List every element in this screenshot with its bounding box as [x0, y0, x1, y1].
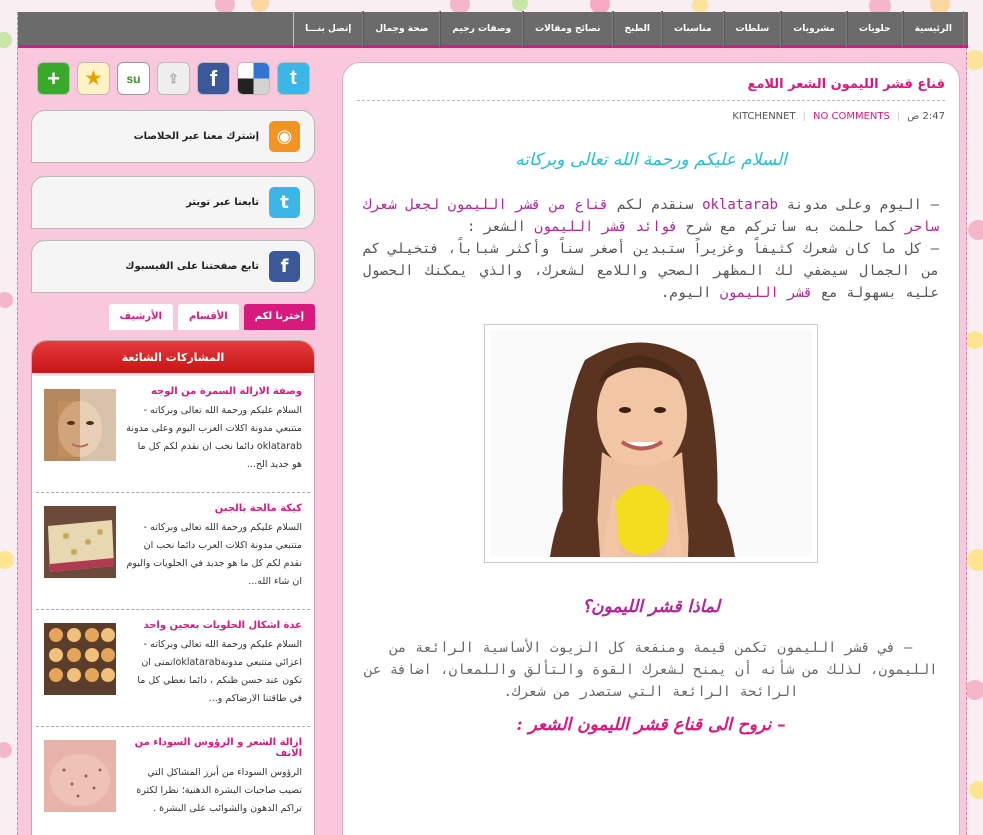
top-navigation: الرئيسية حلويات مشروبات سلطات مناسبات ال… [18, 10, 968, 48]
popular-posts-widget: المشاركات الشائعة وصفة الازالة السمرة من… [31, 340, 315, 835]
popular-post-thumbnail[interactable] [44, 506, 116, 578]
post-title[interactable]: قناع قشر الليمون الشعر اللامع [357, 77, 945, 101]
popular-post-excerpt: السلام عليكم ورحمة الله تعالى وبركاته - … [126, 405, 302, 470]
blog-link[interactable]: oklatarab [702, 197, 778, 213]
popular-post-title[interactable]: عدة اشكال الحلويات بعجين واحد [126, 620, 302, 631]
facebook-follow-box[interactable]: f تابع صفحتنا على الفيسبوك [31, 240, 315, 293]
post-greeting: السلام عليكم ورحمة الله تعالى وبركاته [515, 150, 787, 170]
intro-text: – اليوم وعلى مدونة [777, 197, 940, 213]
intro-text: – كل ما كان شعرك كثيفاً وغزيراً ستبدين أ… [363, 241, 939, 301]
lemon-benefits-link[interactable]: فوائد قشر الليمون [534, 219, 677, 235]
nav-sweets[interactable]: حلويات [846, 10, 903, 47]
facebook-label: تابع صفحتنا على الفيسبوك [125, 261, 259, 272]
social-share-bar: + ★ su ⇪ f t [37, 62, 327, 95]
delicious-icon[interactable] [237, 62, 270, 95]
post-meta: 2:47 ص | NO COMMENTS | KITCHENNET [357, 111, 945, 122]
twitter-icon[interactable]: t [277, 62, 310, 95]
tab-editors-picks[interactable]: إخترنا لكم [243, 304, 315, 330]
intro-text: سنقدم لكم [608, 197, 703, 213]
rss-icon: ◉ [269, 121, 300, 152]
twitter-label: تابعنا عبر تويتر [186, 197, 259, 208]
list-item: عدة اشكال الحلويات بعجين واحد السلام علي… [36, 610, 310, 727]
intro-text: الشعر : [466, 219, 535, 235]
cheese-cake-thumbnail [44, 506, 116, 578]
stumbleupon-icon[interactable]: su [117, 62, 150, 95]
post-why-paragraph: – في قشر الليمون تكمن قيمة ومنفعة كل الز… [364, 640, 938, 700]
sidebar-tabs: إخترنا لكم الأقسام الأرشيف [102, 304, 315, 330]
intro-text: اليوم. [660, 285, 720, 301]
facebook-icon[interactable]: f [197, 62, 230, 95]
post-container: قناع قشر الليمون الشعر اللامع 2:47 ص | N… [342, 62, 960, 835]
meta-separator: | [896, 111, 901, 122]
list-item: ازالة الشعر و الرؤوس السوداء من الانف ال… [36, 727, 310, 835]
nav-cooking[interactable]: الطبخ [612, 10, 662, 47]
delicious-logo [238, 63, 269, 94]
section-heading-why: لماذا قشر الليمون؟ [582, 597, 720, 617]
post-image[interactable] [484, 324, 818, 563]
comments-link[interactable]: NO COMMENTS [813, 111, 890, 122]
popular-post-text: ازالة الشعر و الرؤوس السوداء من الانف ال… [126, 737, 302, 835]
woman-with-lemon-image [490, 330, 812, 557]
nav-health-beauty[interactable]: صحة وجمال [363, 10, 441, 47]
rss-label: إشترك معنا عبر الخلاصات [133, 131, 259, 142]
favorite-icon[interactable]: ★ [77, 62, 110, 95]
post-time: 2:47 ص [907, 111, 945, 122]
lemon-peel-link[interactable]: قشر الليمون [720, 285, 813, 301]
add-icon[interactable]: + [37, 62, 70, 95]
popular-post-thumbnail[interactable] [44, 623, 116, 695]
popular-post-excerpt: السلام عليكم ورحمة الله تعالى وبركاته - … [126, 522, 303, 587]
popular-post-excerpt: السلام عليكم ورحمة الله تعالى وبركاته - … [137, 639, 302, 704]
rss-subscribe-box[interactable]: ◉ إشترك معنا عبر الخلاصات [31, 110, 315, 163]
nav-tips-articles[interactable]: نصائح ومقالات [523, 10, 613, 47]
nav-salads[interactable]: سلطات [723, 10, 782, 47]
popular-post-text: وصفة الازالة السمرة من الوجه السلام عليك… [126, 386, 302, 492]
nose-skin-thumbnail [44, 740, 116, 812]
tab-archive[interactable]: الأرشيف [108, 304, 173, 330]
popular-post-text: عدة اشكال الحلويات بعجين واحد السلام علي… [126, 620, 302, 726]
page-wrapper: الرئيسية حلويات مشروبات سلطات مناسبات ال… [17, 10, 968, 835]
share-icon[interactable]: ⇪ [157, 62, 190, 95]
twitter-follow-box[interactable]: t تابعنا عبر تويتر [31, 176, 315, 229]
face-thumbnail [44, 389, 116, 461]
nav-diet-recipes[interactable]: وصفات رجيم [440, 10, 524, 47]
list-item: وصفة الازالة السمرة من الوجه السلام عليك… [36, 376, 310, 493]
tab-categories[interactable]: الأقسام [177, 304, 239, 330]
popular-post-thumbnail[interactable] [44, 740, 116, 812]
post-author[interactable]: KITCHENNET [732, 111, 795, 122]
facebook-icon: f [269, 251, 300, 282]
nav-occasions[interactable]: مناسبات [661, 10, 724, 47]
nav-contact[interactable]: إتصل بنـــا [293, 10, 364, 47]
post-intro-paragraph: – اليوم وعلى مدونة oklatarab سنقدم لكم ق… [357, 194, 945, 304]
popular-posts-title: المشاركات الشائعة [32, 341, 314, 376]
section-heading-mask: – نروح الى قناع قشر الليمون الشعر : [516, 715, 786, 735]
twitter-icon: t [269, 187, 300, 218]
nav-home[interactable]: الرئيسية [902, 10, 964, 47]
popular-post-title[interactable]: كيكة مالحة بالجبن [126, 503, 302, 514]
popular-post-title[interactable]: وصفة الازالة السمرة من الوجه [126, 386, 302, 397]
list-item: كيكة مالحة بالجبن السلام عليكم ورحمة الل… [36, 493, 310, 610]
meta-separator: | [802, 111, 806, 122]
intro-text: كما حلمت به ساتركم مع شرح [677, 219, 906, 235]
popular-post-title[interactable]: ازالة الشعر و الرؤوس السوداء من الانف [126, 737, 302, 759]
popular-post-text: كيكة مالحة بالجبن السلام عليكم ورحمة الل… [126, 503, 303, 609]
popular-post-thumbnail[interactable] [44, 389, 116, 461]
nav-drinks[interactable]: مشروبات [781, 10, 847, 47]
popular-post-excerpt: الرؤوس السوداء من أبرز المشاكل التي تصيب… [136, 767, 302, 814]
pastries-thumbnail [44, 623, 116, 695]
